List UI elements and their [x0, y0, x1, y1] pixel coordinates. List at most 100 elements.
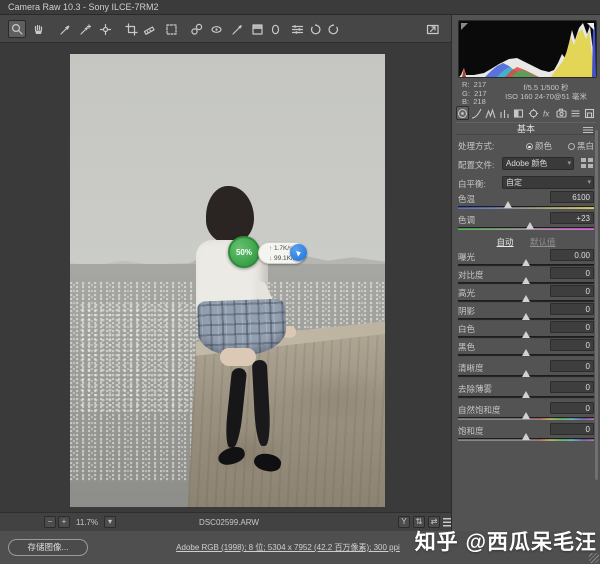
- histogram[interactable]: [458, 20, 597, 78]
- white-balance-tool-icon[interactable]: [56, 20, 74, 38]
- slider-thumb[interactable]: [522, 277, 530, 284]
- svg-text:fx: fx: [543, 109, 550, 118]
- slider-value[interactable]: 0: [550, 402, 594, 414]
- slider-thumb[interactable]: [522, 295, 530, 302]
- slider-thumb[interactable]: [522, 349, 530, 356]
- spot-removal-tool-icon[interactable]: [187, 20, 205, 38]
- slider-thumb[interactable]: [522, 391, 530, 398]
- title-bar[interactable]: Camera Raw 10.3 - Sony ILCE-7RM2: [0, 0, 600, 15]
- tab-effects[interactable]: fx: [541, 106, 554, 120]
- slider-value[interactable]: 0: [550, 267, 594, 279]
- slider-value[interactable]: 0.00: [550, 249, 594, 261]
- temp-track[interactable]: [458, 206, 594, 209]
- preview-area: 50% ↑ 1.7K/s ↓ 99.1K/s: [0, 43, 452, 512]
- resize-grip[interactable]: [589, 553, 599, 563]
- slider-thumb[interactable]: [522, 412, 530, 419]
- crop-tool-icon[interactable]: [122, 20, 140, 38]
- red-eye-tool-icon[interactable]: [207, 20, 225, 38]
- histogram-plot: [459, 23, 596, 77]
- tab-lens-corrections[interactable]: [527, 106, 540, 120]
- wb-value: 自定: [506, 178, 522, 187]
- rotate-left-icon[interactable]: [306, 20, 324, 38]
- tint-thumb[interactable]: [526, 222, 535, 229]
- fullscreen-toggle-icon[interactable]: [424, 20, 442, 38]
- default-link[interactable]: 默认值: [530, 237, 556, 247]
- slider-value[interactable]: 0: [550, 285, 594, 297]
- treatment-color-option[interactable]: 颜色: [525, 140, 552, 152]
- zoom-tool-icon[interactable]: [8, 20, 26, 38]
- panel-menu-icon[interactable]: [583, 127, 593, 133]
- tab-tone-curve[interactable]: [470, 106, 483, 120]
- shadow-clipping-indicator[interactable]: [461, 23, 468, 30]
- slider-value[interactable]: 0: [550, 381, 594, 393]
- graduated-filter-tool-icon[interactable]: [248, 20, 266, 38]
- bottom-bar: 存储图像... Adobe RGB (1998); 8 位; 5304 x 79…: [0, 531, 600, 564]
- treatment-bw-option[interactable]: 黑白: [567, 140, 594, 152]
- highlight-clipping-indicator[interactable]: [587, 23, 594, 30]
- photo-girl-legs: [220, 348, 256, 366]
- temp-label: 色温: [458, 194, 476, 204]
- net-speed-ball[interactable]: 50%: [228, 236, 260, 268]
- wb-label: 白平衡:: [458, 179, 486, 189]
- zoom-in-button[interactable]: +: [58, 516, 70, 528]
- auto-link[interactable]: 自动: [497, 237, 514, 247]
- zoom-level-dropdown[interactable]: ▾: [104, 516, 116, 528]
- temp-value[interactable]: 6100: [550, 191, 594, 203]
- before-after-view-button[interactable]: Y: [398, 516, 410, 528]
- slider-value[interactable]: 0: [550, 339, 594, 351]
- hand-tool-icon[interactable]: [29, 20, 47, 38]
- browser-float-icon[interactable]: [290, 244, 307, 261]
- profile-value: Adobe 颜色: [506, 159, 548, 168]
- rgb-b-value: 218: [473, 97, 486, 106]
- slider-thumb[interactable]: [522, 259, 530, 266]
- net-speed-percent: 50%: [235, 247, 252, 257]
- photo-canvas[interactable]: 50% ↑ 1.7K/s ↓ 99.1K/s: [70, 54, 385, 507]
- rotate-right-icon[interactable]: [324, 20, 342, 38]
- zoom-out-button[interactable]: −: [44, 516, 56, 528]
- save-image-button[interactable]: 存储图像...: [8, 539, 88, 556]
- panel-header: 基本: [456, 122, 596, 135]
- tab-camera-calibration[interactable]: [555, 106, 568, 120]
- slider-thumb[interactable]: [522, 313, 530, 320]
- tint-slider: 色调 +23: [458, 212, 594, 234]
- window-title: Camera Raw 10.3 - Sony ILCE-7RM2: [8, 2, 159, 12]
- profile-dropdown[interactable]: Adobe 颜色 ▾: [502, 157, 574, 170]
- tab-detail[interactable]: [484, 106, 497, 120]
- tab-presets[interactable]: [569, 106, 582, 120]
- temp-thumb[interactable]: [504, 201, 513, 208]
- slider-thumb[interactable]: [522, 370, 530, 377]
- profile-browser-icon[interactable]: [581, 158, 594, 169]
- color-sampler-tool-icon[interactable]: [76, 20, 94, 38]
- slider-label: 高光: [458, 288, 476, 298]
- tab-hsl-grayscale[interactable]: [498, 106, 511, 120]
- preview-status-bar: − + 11.7% ▾ DSC02599.ARW Y ⇅ ⇄: [0, 512, 457, 531]
- targeted-adjustment-tool-icon[interactable]: [96, 20, 114, 38]
- straighten-tool-icon[interactable]: [140, 20, 158, 38]
- tint-value[interactable]: +23: [550, 212, 594, 224]
- slider-value[interactable]: 0: [550, 360, 594, 372]
- transform-tool-icon[interactable]: [162, 20, 180, 38]
- slider-value[interactable]: 0: [550, 321, 594, 333]
- tab-basic[interactable]: [456, 106, 469, 120]
- zoom-level-value[interactable]: 11.7%: [76, 518, 98, 527]
- slider-thumb[interactable]: [522, 433, 530, 440]
- slider-thumb[interactable]: [522, 331, 530, 338]
- clarity-slider: 清晰度 0: [458, 360, 594, 382]
- temperature-slider: 色温 6100: [458, 191, 594, 213]
- tab-snapshots[interactable]: [583, 106, 596, 120]
- exif-iso-lens: ISO 160 24-70@51 毫米: [505, 91, 587, 101]
- camera-raw-window: Camera Raw 10.3 - Sony ILCE-7RM2 50% ↑ 1…: [0, 0, 600, 564]
- workflow-options-link[interactable]: Adobe RGB (1998); 8 位; 5304 x 7952 (42.2…: [176, 542, 400, 553]
- slider-label: 去除薄雾: [458, 384, 493, 394]
- adjustment-brush-tool-icon[interactable]: [228, 20, 246, 38]
- panel-title: 基本: [516, 124, 535, 134]
- upload-icon: ↑: [269, 246, 272, 252]
- wb-dropdown[interactable]: 自定 ▾: [502, 176, 594, 189]
- radio-bw-icon: [567, 143, 575, 150]
- slider-value[interactable]: 0: [550, 303, 594, 315]
- panel-scrollbar[interactable]: [595, 130, 598, 480]
- radial-filter-tool-icon[interactable]: [266, 20, 284, 38]
- tab-split-toning[interactable]: [512, 106, 525, 120]
- preferences-tool-icon[interactable]: [288, 20, 306, 38]
- slider-value[interactable]: 0: [550, 423, 594, 435]
